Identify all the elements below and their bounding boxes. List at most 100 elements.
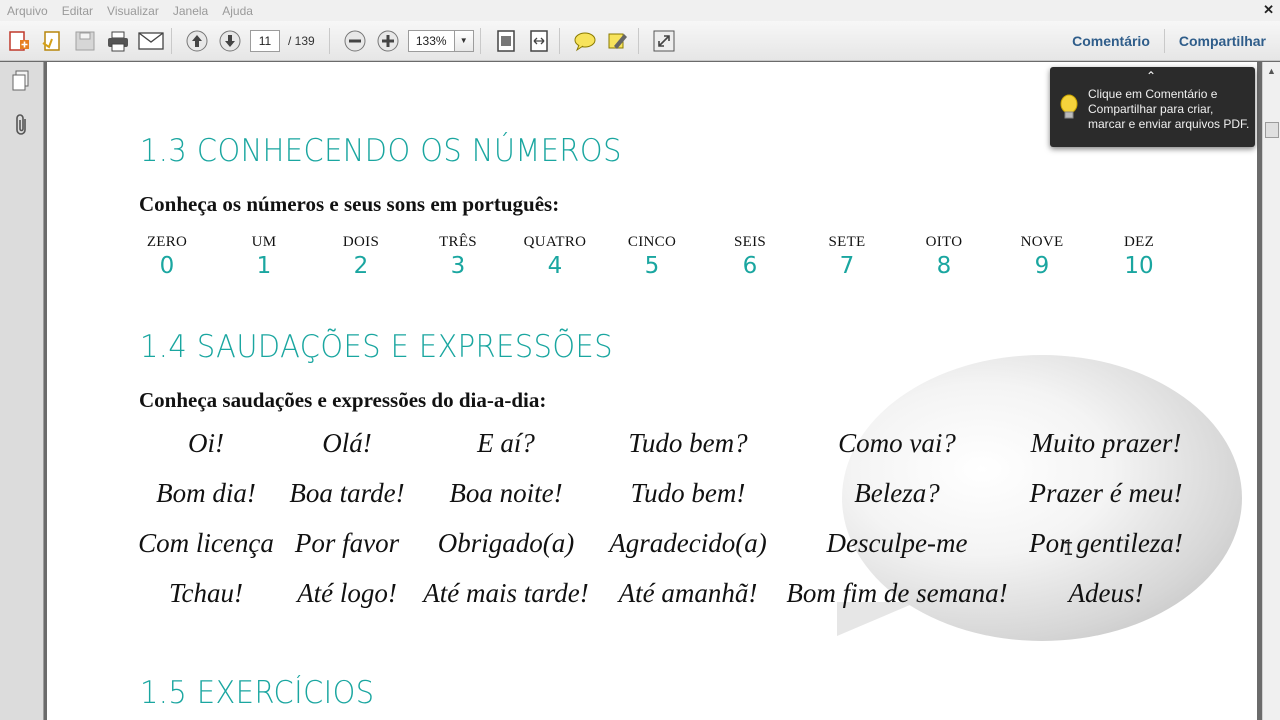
section-title-exercises: 1.5 EXERCÍCIOS <box>140 675 375 711</box>
number-digit: 10 <box>1124 253 1154 279</box>
fit-page-icon <box>496 29 515 52</box>
number-digit: 7 <box>839 253 855 279</box>
expression-item: Até logo! <box>297 578 397 608</box>
number-digit: 8 <box>936 253 952 279</box>
envelope-icon <box>138 31 164 50</box>
menu-visualizar[interactable]: Visualizar <box>100 4 166 18</box>
expression-item: Beleza? <box>854 478 940 508</box>
text-cursor-icon: I <box>1063 539 1074 560</box>
toolbar-separator <box>479 27 481 54</box>
menu-arquivo[interactable]: Arquivo <box>0 4 55 18</box>
zoom-select[interactable]: 133% ▼ <box>407 29 474 52</box>
number-digit: 4 <box>547 253 563 279</box>
caret-up-icon[interactable]: ⌃ <box>1146 69 1156 84</box>
comment-pane-button[interactable]: Comentário <box>1058 33 1164 49</box>
expression-item: Bom dia! <box>156 478 256 508</box>
arrow-up-icon <box>186 30 208 51</box>
print-button[interactable] <box>104 27 132 55</box>
numbers-intro: Conheça os números e seus sons em portug… <box>139 192 560 216</box>
expression-item: Boa tarde! <box>289 478 405 508</box>
previous-page-button[interactable] <box>183 27 211 55</box>
number-item: UM 1 <box>224 234 304 279</box>
zoom-in-button[interactable] <box>374 27 402 55</box>
number-digit: 1 <box>256 253 272 279</box>
expression-item: Até amanhã! <box>618 578 758 608</box>
greetings-intro: Conheça saudações e expressões do dia-a-… <box>139 388 547 412</box>
menu-janela[interactable]: Janela <box>166 4 215 18</box>
expression-item: Oi! <box>188 428 224 458</box>
highlighter-icon <box>608 33 627 49</box>
document-area: 1.3 CONHECENDO OS NÚMEROS Conheça os núm… <box>45 62 1260 720</box>
number-item: QUATRO 4 <box>515 234 595 279</box>
sticky-note-button[interactable] <box>571 27 599 55</box>
number-name: NOVE <box>1020 234 1064 250</box>
edit-document-button[interactable] <box>38 27 66 55</box>
expression-item: Por gentileza! <box>1029 528 1183 558</box>
scroll-up-icon[interactable]: ▲ <box>1267 66 1276 76</box>
expression-item: Adeus! <box>1068 578 1144 608</box>
vertical-scrollbar[interactable]: ▲ <box>1262 62 1280 720</box>
tooltip-text: Clique em Comentário e Compartilhar para… <box>1088 87 1250 131</box>
navigation-pane <box>0 62 44 720</box>
section-title-numbers: 1.3 CONHECENDO OS NÚMEROS <box>140 133 622 169</box>
number-name: UM <box>251 234 277 250</box>
number-name: CINCO <box>627 234 677 250</box>
number-item: SETE 7 <box>807 234 887 279</box>
number-name: DEZ <box>1123 234 1155 250</box>
number-item: ZERO 0 <box>127 234 207 279</box>
menu-ajuda[interactable]: Ajuda <box>215 4 260 18</box>
number-item: OITO 8 <box>904 234 984 279</box>
email-button[interactable] <box>137 27 165 55</box>
lightbulb-icon <box>1060 94 1078 119</box>
zoom-value[interactable]: 133% <box>407 29 454 52</box>
expression-item: Muito prazer! <box>1030 428 1182 458</box>
share-tooltip: ⌃ Clique em Comentário e Compartilhar pa… <box>1050 67 1255 147</box>
close-icon[interactable]: ✕ <box>1263 2 1274 18</box>
number-item: TRÊS 3 <box>418 234 498 279</box>
number-digit: 6 <box>742 253 758 279</box>
save-button[interactable] <box>71 27 99 55</box>
number-item: CINCO 5 <box>612 234 692 279</box>
comment-icon <box>574 32 596 51</box>
fit-page-button[interactable] <box>492 27 520 55</box>
menu-editar[interactable]: Editar <box>55 4 100 18</box>
scrollbar-thumb[interactable] <box>1265 122 1279 138</box>
toolbar-separator <box>558 27 560 54</box>
fit-width-icon <box>529 29 548 52</box>
next-page-button[interactable] <box>216 27 244 55</box>
zoom-out-button[interactable] <box>341 27 369 55</box>
number-digit: 5 <box>644 253 660 279</box>
expression-item: E aí? <box>477 428 535 458</box>
page-number-input[interactable]: 11 <box>250 29 280 52</box>
number-digit: 0 <box>159 253 175 279</box>
chevron-down-icon[interactable]: ▼ <box>453 29 474 52</box>
expression-item: Como vai? <box>838 428 956 458</box>
print-icon <box>108 31 128 51</box>
number-digit: 3 <box>450 253 466 279</box>
number-name: ZERO <box>146 234 188 250</box>
document-page: 1.3 CONHECENDO OS NÚMEROS Conheça os núm… <box>47 62 1257 720</box>
page-thumbnails-button[interactable] <box>8 68 34 94</box>
fullscreen-button[interactable] <box>650 27 678 55</box>
share-pane-button[interactable]: Compartilhar <box>1165 33 1280 49</box>
save-icon <box>75 31 95 50</box>
arrow-down-icon <box>219 30 241 51</box>
number-name: DOIS <box>342 234 380 250</box>
toolbar-separator <box>328 27 330 54</box>
edit-document-icon <box>42 30 60 51</box>
expression-item: Por favor <box>294 528 400 558</box>
number-name: QUATRO <box>523 234 587 250</box>
create-pdf-button[interactable] <box>5 27 33 55</box>
attachments-button[interactable] <box>8 112 34 138</box>
expression-item: Desculpe-me <box>826 528 968 558</box>
number-name: OITO <box>925 234 963 250</box>
expression-item: Tchau! <box>168 578 244 608</box>
pdf-reader-window: Arquivo Editar Visualizar Janela Ajuda ✕… <box>0 0 1280 720</box>
expression-item: Agradecido(a) <box>609 528 767 558</box>
number-name: SETE <box>828 234 866 250</box>
highlight-button[interactable] <box>604 27 632 55</box>
fit-width-button[interactable] <box>525 27 553 55</box>
toolbar: 11 / 139 133% ▼ Comentário Compartilhar <box>0 21 1280 61</box>
page-total: / 139 <box>288 33 315 48</box>
number-item: NOVE 9 <box>1002 234 1082 279</box>
